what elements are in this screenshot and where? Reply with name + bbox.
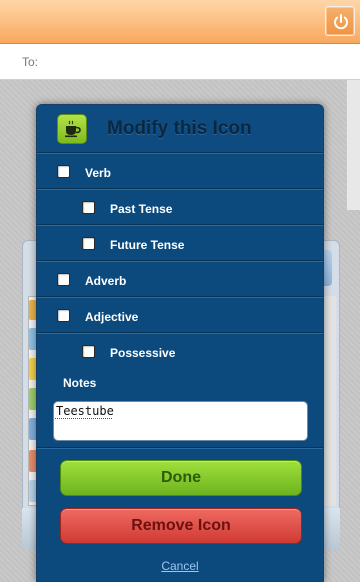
remove-icon-button[interactable]: Remove Icon: [60, 508, 302, 544]
background-list-scrollbar: [322, 296, 336, 506]
option-label: Possessive: [110, 346, 176, 360]
to-label: To:: [22, 55, 39, 69]
option-row-past-tense[interactable]: Past Tense: [37, 189, 323, 225]
divider: [37, 447, 323, 449]
notes-textarea[interactable]: Teestube: [53, 401, 308, 441]
adverb-checkbox[interactable]: [57, 273, 70, 286]
option-label: Past Tense: [110, 202, 173, 216]
top-bar: [0, 0, 360, 44]
to-field[interactable]: To:: [0, 44, 360, 80]
option-row-adverb[interactable]: Adverb: [37, 261, 323, 297]
modify-icon-dialog: Modify this Icon Verb Past Tense Future …: [36, 104, 324, 582]
option-label: Adjective: [85, 310, 139, 324]
adjective-checkbox[interactable]: [57, 309, 70, 322]
option-label: Verb: [85, 166, 112, 180]
past-tense-checkbox[interactable]: [82, 201, 95, 214]
option-row-adjective[interactable]: Adjective: [37, 297, 323, 333]
option-label: Future Tense: [110, 238, 185, 252]
notes-label: Notes: [63, 376, 97, 390]
spellcheck-underline: [55, 418, 112, 419]
done-button[interactable]: Done: [60, 460, 302, 496]
power-icon: [334, 14, 348, 30]
option-label: Adverb: [85, 274, 127, 288]
option-row-possessive[interactable]: Possessive: [37, 333, 323, 369]
possessive-checkbox[interactable]: [82, 345, 95, 358]
option-row-verb[interactable]: Verb: [37, 153, 323, 189]
power-button[interactable]: [325, 6, 355, 36]
option-row-future-tense[interactable]: Future Tense: [37, 225, 323, 261]
verb-checkbox[interactable]: [57, 165, 70, 178]
background-scrollbar: [346, 80, 360, 210]
dialog-header: Modify this Icon: [37, 105, 323, 153]
future-tense-checkbox[interactable]: [82, 237, 95, 250]
coffee-cup-icon: [57, 114, 87, 144]
dialog-title: Modify this Icon: [107, 118, 252, 139]
cancel-link[interactable]: Cancel: [37, 559, 323, 573]
